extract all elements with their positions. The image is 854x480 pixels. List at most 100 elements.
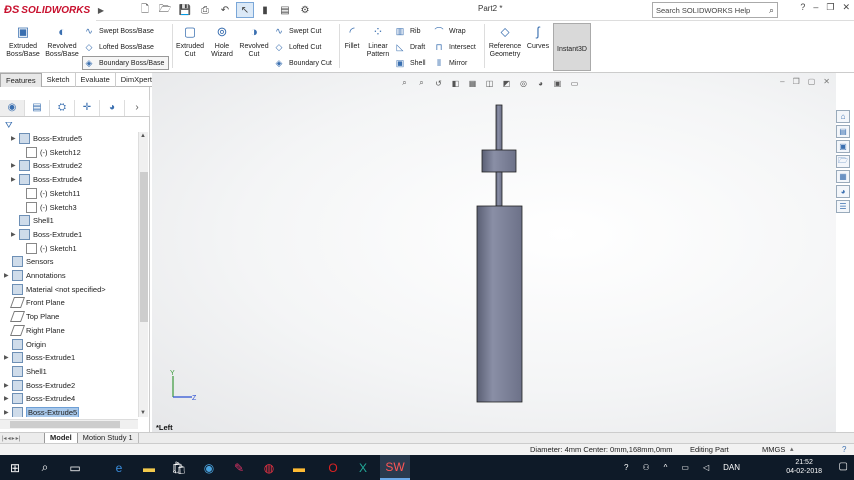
tree-node[interactable]: ▶ Boss-Extrude2 <box>11 159 82 172</box>
tree-node[interactable]: (-) Sketch12 <box>18 146 81 159</box>
swept-boss-button[interactable]: ∿ Swept Boss/Base <box>83 24 154 38</box>
logo-menu-arrow-icon[interactable]: ▶ <box>96 0 106 21</box>
volume-icon[interactable]: ◁ <box>703 463 709 472</box>
file-explorer-icon[interactable]: ▬ <box>134 455 164 480</box>
task-view-icon[interactable]: ▭ <box>60 455 90 480</box>
zoom-to-area-icon[interactable]: ⌕ <box>415 77 428 89</box>
help-tray-icon[interactable]: ? <box>624 463 628 472</box>
new-document-icon[interactable]: 🗋 <box>136 2 154 18</box>
filter-icon[interactable]: ⛛ <box>5 120 13 131</box>
tab-nav-arrows[interactable]: |◂ ◂ ▸ ▸| <box>0 435 44 442</box>
view-palette-icon[interactable]: ▦ <box>836 170 850 183</box>
tree-node[interactable]: Shell1 <box>11 214 54 227</box>
linear-pattern-button[interactable]: ⁘ Linear Pattern <box>364 23 392 59</box>
scroll-down-icon[interactable]: ▼ <box>140 410 146 416</box>
keyboard-language[interactable]: DAN <box>723 463 740 472</box>
tab-features[interactable]: Features <box>0 73 42 87</box>
help-icon[interactable]: ? <box>800 2 805 13</box>
tree-node[interactable]: Front Plane <box>4 296 65 309</box>
expand-arrow-icon[interactable]: ▶ <box>11 176 19 183</box>
curves-button[interactable]: ʃ Curves <box>525 23 551 51</box>
mirror-button[interactable]: ⫴ Mirror <box>433 56 467 70</box>
paint-app-icon[interactable]: ✎ <box>224 455 254 480</box>
hide-show-items-icon[interactable]: ◎ <box>517 77 530 89</box>
dimxpert-manager-tab-icon[interactable]: ✛ <box>75 99 100 116</box>
graphics-area[interactable]: Y Z <box>152 73 836 432</box>
windows-start-icon[interactable]: ⊞ <box>0 455 30 480</box>
tree-node[interactable]: ▶ Boss-Extrude2 <box>4 379 75 392</box>
tree-node[interactable]: Origin <box>4 338 46 351</box>
hole-wizard-button[interactable]: ⊚ Hole Wizard <box>207 23 237 59</box>
print-icon[interactable]: ⎙ <box>196 2 214 18</box>
tree-node[interactable]: (-) Sketch3 <box>18 201 77 214</box>
options-gear-icon[interactable]: ⚙ <box>296 2 314 18</box>
tab-model[interactable]: Model <box>44 432 78 444</box>
expand-arrow-icon[interactable]: ▶ <box>4 395 12 402</box>
apply-scene-icon[interactable]: ▣ <box>551 77 564 89</box>
extruded-cut-button[interactable]: ▢ Extruded Cut <box>174 23 206 59</box>
expand-arrow-icon[interactable]: ▶ <box>4 354 12 361</box>
rib-button[interactable]: ▥ Rib <box>394 24 421 38</box>
undo-icon[interactable]: ↶ <box>216 2 234 18</box>
draft-button[interactable]: ◺ Draft <box>394 40 426 54</box>
display-style-icon[interactable]: ◩ <box>500 77 513 89</box>
tree-node[interactable]: Sensors <box>4 255 54 268</box>
restore-icon[interactable]: ❐ <box>826 2 834 13</box>
view-settings-icon[interactable]: ▭ <box>568 77 581 89</box>
boundary-boss-button[interactable]: ◈ Boundary Boss/Base <box>82 56 170 70</box>
tree-node[interactable]: ▶ Boss-Extrude1 <box>4 351 75 364</box>
open-file-icon[interactable]: 🗁 <box>156 2 174 18</box>
file-explorer-icon[interactable]: 🗁 <box>836 155 850 168</box>
system-clock[interactable]: 21:52 04-02-2018 <box>786 458 822 476</box>
scroll-thumb[interactable] <box>140 172 148 322</box>
expand-arrow-icon[interactable]: ▶ <box>4 409 12 416</box>
close-icon[interactable]: ✕ <box>842 2 850 13</box>
scroll-up-icon[interactable]: ▲ <box>140 133 146 139</box>
tab-evaluate[interactable]: Evaluate <box>76 73 116 87</box>
help-status-icon[interactable]: ? <box>842 445 846 454</box>
tree-node[interactable]: ▶ Boss-Extrude4 <box>11 173 82 186</box>
wrap-button[interactable]: ⌒ Wrap <box>433 24 465 38</box>
property-manager-tab-icon[interactable]: ▤ <box>25 99 50 116</box>
search-icon[interactable]: ⌕ <box>769 5 774 16</box>
lofted-cut-button[interactable]: ◇ Lofted Cut <box>273 40 322 54</box>
expand-arrow-icon[interactable]: ▶ <box>11 231 19 238</box>
tree-node[interactable]: Material <not specified> <box>4 283 106 296</box>
expand-arrow-icon[interactable]: ▶ <box>11 162 19 169</box>
resources-icon[interactable]: ▤ <box>836 125 850 138</box>
tab-motion-study[interactable]: Motion Study 1 <box>78 432 139 444</box>
viewport-close-icon[interactable]: ✕ <box>823 77 830 86</box>
lofted-boss-button[interactable]: ◇ Lofted Boss/Base <box>83 40 154 54</box>
store-icon[interactable]: 🛍 <box>164 455 194 480</box>
home-icon[interactable]: ⌂ <box>836 110 850 123</box>
expand-arrow-icon[interactable]: ▶ <box>4 272 12 279</box>
select-cursor-icon[interactable]: ↖ <box>236 2 254 18</box>
tree-vertical-scrollbar[interactable]: ▲ ▼ <box>138 132 148 417</box>
feature-manager-tab-icon[interactable]: ◉ <box>0 99 25 116</box>
more-tabs-chevron-icon[interactable]: › <box>125 99 150 116</box>
file-properties-icon[interactable]: ▤ <box>276 2 294 18</box>
people-icon[interactable]: ⚇ <box>642 463 649 472</box>
edge-browser-icon[interactable]: e <box>104 455 134 480</box>
viewport-maximize-icon[interactable]: ▢ <box>808 77 816 86</box>
view-orientation-icon[interactable]: ◫ <box>483 77 496 89</box>
tree-node[interactable]: ▶ Boss-Extrude1 <box>11 228 82 241</box>
expand-arrow-icon[interactable]: ▶ <box>4 382 12 389</box>
previous-view-icon[interactable]: ↺ <box>432 77 445 89</box>
rebuild-icon[interactable]: ▮ <box>256 2 274 18</box>
intersect-button[interactable]: ⊓ Intersect <box>433 40 475 54</box>
viewport-minimize-icon[interactable]: – <box>780 77 784 86</box>
revolved-boss-button[interactable]: ◐ Revolved Boss/Base <box>43 23 81 59</box>
display-manager-tab-icon[interactable]: ◕ <box>100 99 125 116</box>
network-icon[interactable]: ▭ <box>681 463 689 472</box>
help-search-input[interactable]: Search SOLIDWORKS Help ⌕ <box>652 2 778 18</box>
photos-app-icon[interactable]: ◉ <box>194 455 224 480</box>
tab-sketch[interactable]: Sketch <box>42 73 76 87</box>
unit-dropdown-icon[interactable]: ▴ <box>790 445 794 453</box>
solidworks-taskbar-icon[interactable]: SW <box>380 455 410 480</box>
revolved-cut-button[interactable]: ◑ Revolved Cut <box>238 23 270 59</box>
tree-node[interactable]: (-) Sketch11 <box>18 187 80 200</box>
opera-icon[interactable]: O <box>318 455 348 480</box>
search-icon[interactable]: ⌕ <box>30 455 60 480</box>
appearances-icon[interactable]: ◕ <box>836 185 850 198</box>
